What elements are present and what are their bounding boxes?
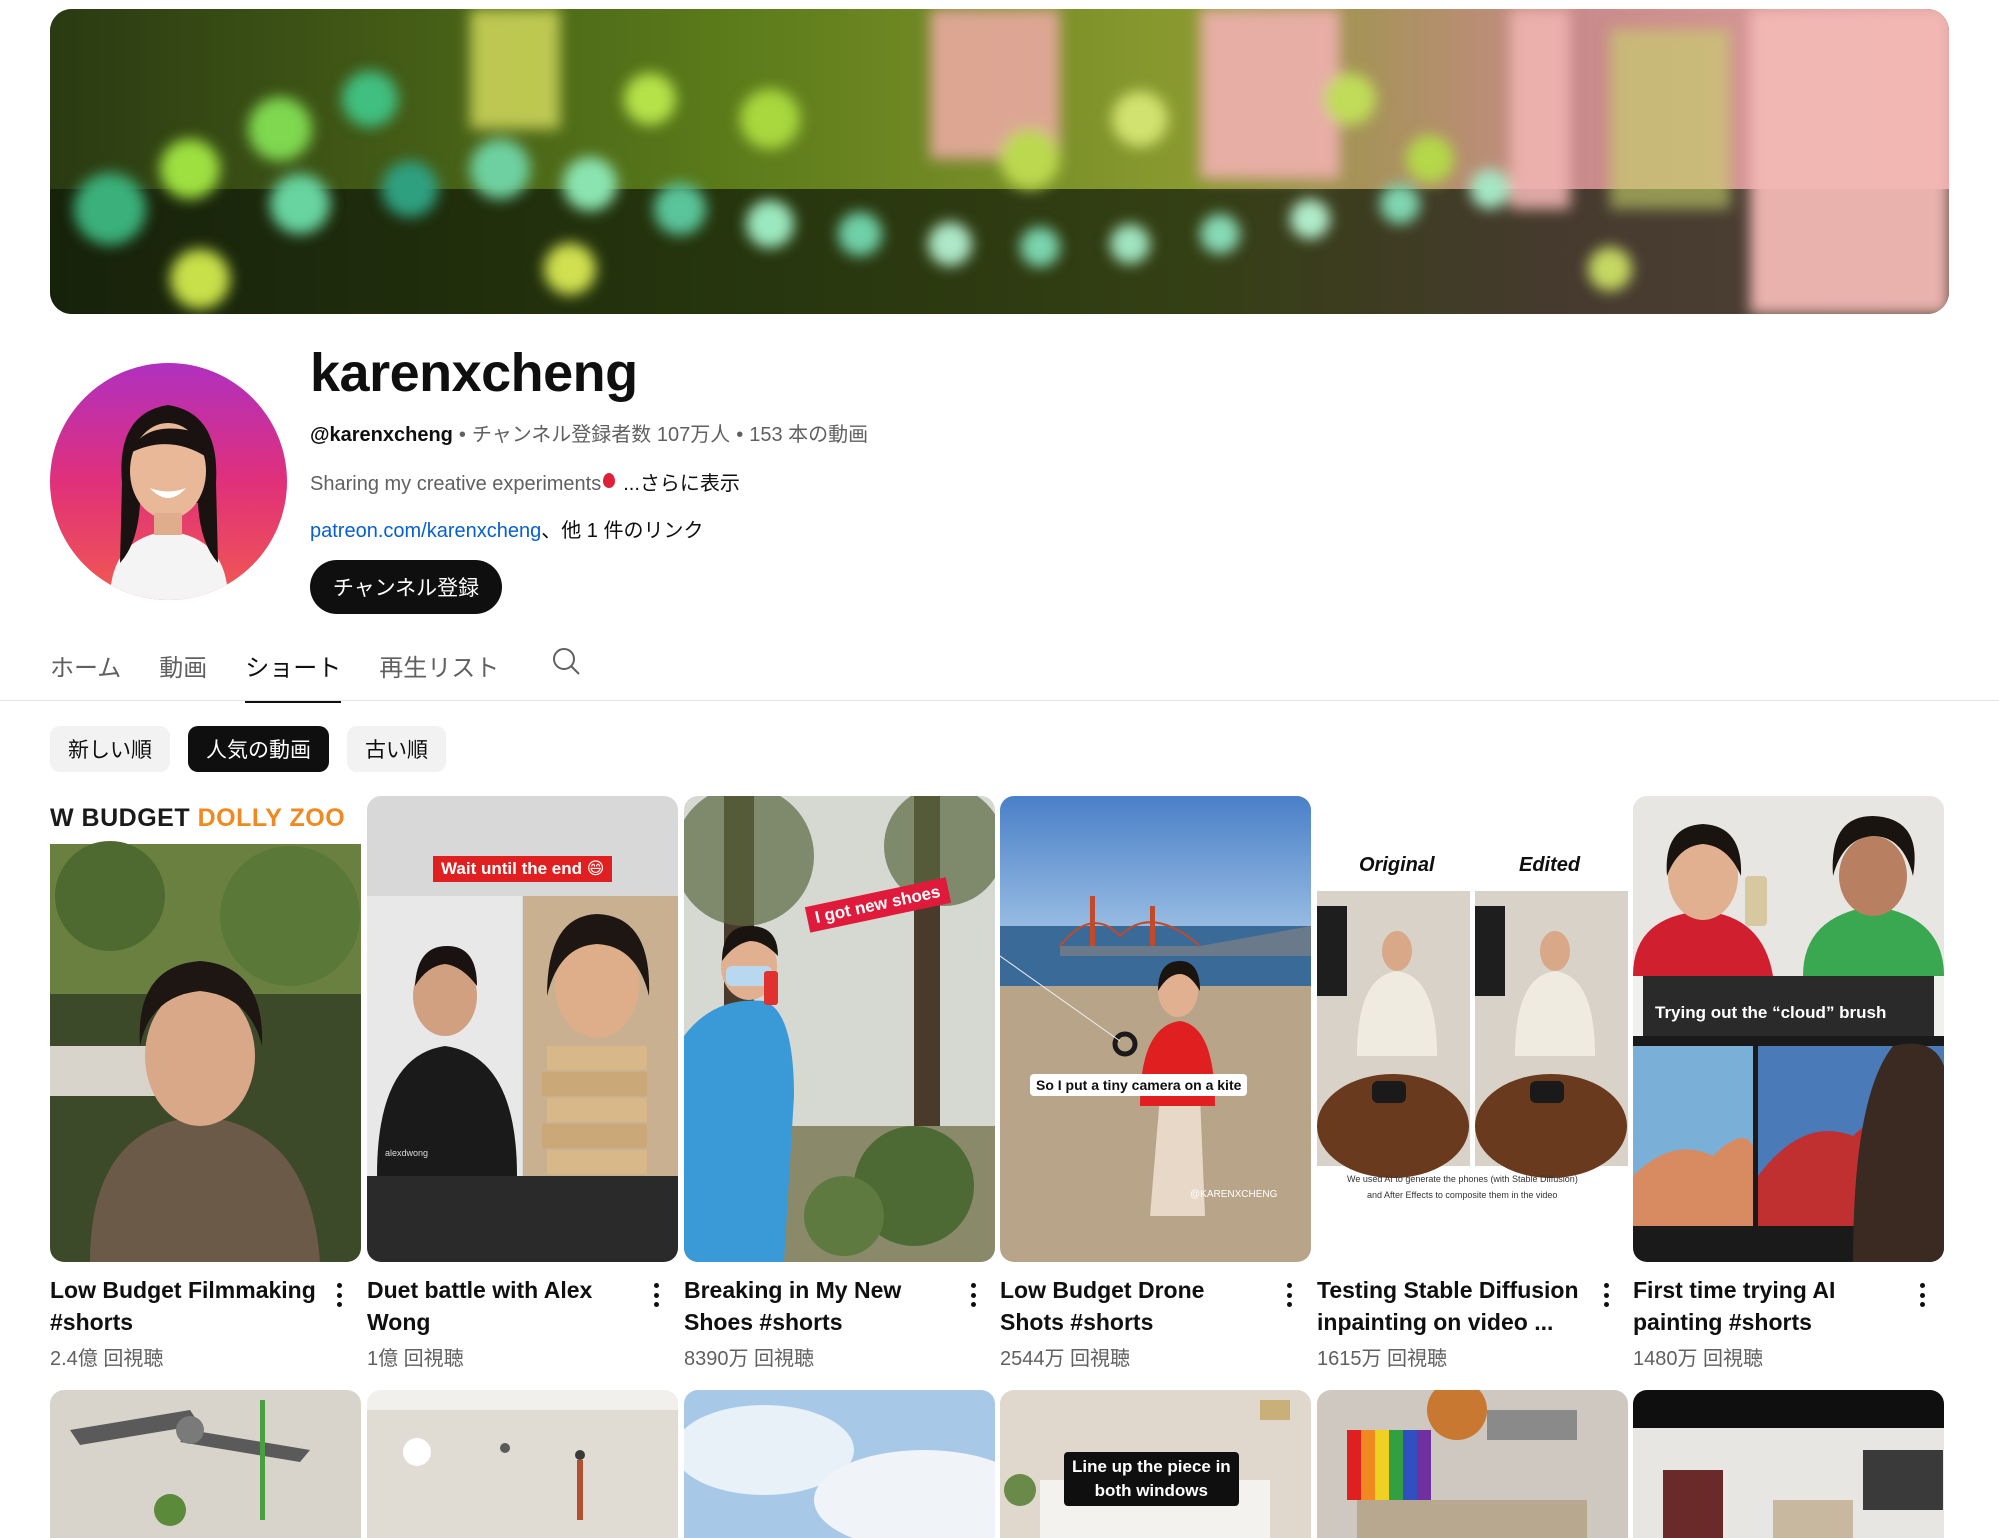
channel-name: karenxcheng bbox=[310, 343, 638, 403]
subscriber-count: チャンネル登録者数 107万人 bbox=[471, 424, 731, 446]
more-options-icon[interactable] bbox=[333, 1280, 345, 1310]
video-count: 153 本の動画 bbox=[749, 424, 869, 446]
short-title[interactable]: Low Budget Filmmaking #shorts bbox=[50, 1274, 320, 1338]
short-thumbnail[interactable]: Line up the piece in both windows bbox=[1000, 1390, 1311, 1538]
short-thumbnail[interactable] bbox=[1633, 1390, 1944, 1538]
short-thumbnail[interactable] bbox=[1317, 1390, 1628, 1538]
more-options-icon[interactable] bbox=[967, 1280, 979, 1310]
short-card: I got new shoes Breaking in My New Shoes… bbox=[684, 796, 995, 1371]
short-thumbnail[interactable]: Trying out the “cloud” brush bbox=[1633, 796, 1944, 1262]
short-title[interactable]: Low Budget Drone Shots #shorts bbox=[1000, 1274, 1270, 1338]
channel-avatar[interactable] bbox=[50, 363, 287, 600]
search-icon[interactable] bbox=[551, 646, 581, 676]
short-card: Trying out the “cloud” brush First time … bbox=[1633, 796, 1944, 1371]
short-thumbnail[interactable]: I got new shoes bbox=[684, 796, 995, 1262]
short-thumbnail[interactable]: Original Edited We used AI to generate t… bbox=[1317, 796, 1628, 1262]
meta-separator: • bbox=[736, 424, 744, 446]
more-options-icon[interactable] bbox=[1283, 1280, 1295, 1310]
tab-videos[interactable]: 動画 bbox=[159, 648, 207, 703]
channel-tabs: ホーム 動画 ショート 再生リスト bbox=[50, 646, 581, 703]
short-title[interactable]: Breaking in My New Shoes #shorts bbox=[684, 1274, 954, 1338]
thumbnail-caption: We used AI to generate the phones (with … bbox=[1347, 1174, 1578, 1184]
short-card: W BUDGET DOLLY ZOO Low Budget Filmmaking… bbox=[50, 796, 361, 1371]
tab-playlists[interactable]: 再生リスト bbox=[379, 648, 499, 703]
more-options-icon[interactable] bbox=[650, 1280, 662, 1310]
channel-links: patreon.com/karenxcheng、他 1 件のリンク bbox=[310, 514, 704, 543]
thumbnail-caption: and After Effects to composite them in t… bbox=[1367, 1190, 1558, 1200]
thumbnail-watermark: alexdwong bbox=[385, 1148, 429, 1158]
description-text: Sharing my creative experiments bbox=[310, 473, 602, 495]
short-views: 1615万 回視聴 bbox=[1317, 1348, 1448, 1370]
short-thumbnail[interactable]: So I put a tiny camera on a kite @KARENX… bbox=[1000, 796, 1311, 1262]
tab-home[interactable]: ホーム bbox=[50, 648, 121, 703]
short-card: Original Edited We used AI to generate t… bbox=[1317, 796, 1628, 1371]
short-views: 2544万 回視聴 bbox=[1000, 1348, 1131, 1370]
thumbnail-overlay-text: So I put a tiny camera on a kite bbox=[1030, 1074, 1248, 1096]
channel-description[interactable]: Sharing my creative experiments ...さらに表示 bbox=[310, 467, 740, 496]
short-thumbnail[interactable]: W BUDGET DOLLY ZOO bbox=[50, 796, 361, 1262]
patreon-link[interactable]: patreon.com/karenxcheng bbox=[310, 520, 541, 542]
sort-popular-chip[interactable]: 人気の動画 bbox=[188, 726, 329, 772]
short-views: 8390万 回視聴 bbox=[684, 1348, 815, 1370]
short-thumbnail[interactable]: Wait until the end 😄 alexdwong bbox=[367, 796, 678, 1262]
thumbnail-overlay-text: W BUDGET DOLLY ZOO bbox=[50, 804, 346, 832]
short-views: 1480万 回視聴 bbox=[1633, 1348, 1764, 1370]
short-views: 2.4億 回視聴 bbox=[50, 1348, 164, 1370]
meta-separator: • bbox=[458, 424, 466, 446]
short-card: Wait until the end 😄 alexdwong Duet batt… bbox=[367, 796, 678, 1371]
short-title[interactable]: Duet battle with Alex Wong bbox=[367, 1274, 637, 1338]
original-label: Original bbox=[1359, 854, 1435, 876]
balloon-icon bbox=[603, 473, 616, 488]
more-options-icon[interactable] bbox=[1916, 1280, 1928, 1310]
more-links-link[interactable]: 、他 1 件のリンク bbox=[541, 520, 703, 542]
short-title[interactable]: First time trying AI painting #shorts bbox=[1633, 1274, 1903, 1338]
channel-meta: @karenxcheng • チャンネル登録者数 107万人 • 153 本の動画 bbox=[310, 418, 868, 447]
channel-handle: @karenxcheng bbox=[310, 424, 453, 446]
show-more-link[interactable]: ...さらに表示 bbox=[623, 473, 740, 495]
sort-newest-chip[interactable]: 新しい順 bbox=[50, 726, 170, 772]
subscribe-button[interactable]: チャンネル登録 bbox=[310, 560, 502, 614]
thumbnail-watermark: @KARENXCHENG bbox=[1190, 1189, 1278, 1200]
thumbnail-overlay-text: Trying out the “cloud” brush bbox=[1655, 1003, 1887, 1022]
short-views: 1億 回視聴 bbox=[367, 1348, 464, 1370]
short-thumbnail[interactable] bbox=[367, 1390, 678, 1538]
channel-banner bbox=[50, 9, 1949, 314]
short-thumbnail[interactable] bbox=[50, 1390, 361, 1538]
short-title[interactable]: Testing Stable Diffusion inpainting on v… bbox=[1317, 1274, 1587, 1338]
thumbnail-overlay-text: Wait until the end 😄 bbox=[433, 856, 613, 882]
short-card: So I put a tiny camera on a kite @KARENX… bbox=[1000, 796, 1311, 1371]
thumbnail-overlay-text: Line up the piece in both windows bbox=[1064, 1452, 1239, 1506]
tabs-divider bbox=[0, 700, 1999, 701]
short-thumbnail[interactable] bbox=[684, 1390, 995, 1538]
edited-label: Edited bbox=[1519, 854, 1581, 876]
more-options-icon[interactable] bbox=[1600, 1280, 1612, 1310]
sort-oldest-chip[interactable]: 古い順 bbox=[347, 726, 446, 772]
sort-chips: 新しい順 人気の動画 古い順 bbox=[50, 726, 446, 772]
tab-shorts[interactable]: ショート bbox=[245, 648, 342, 703]
